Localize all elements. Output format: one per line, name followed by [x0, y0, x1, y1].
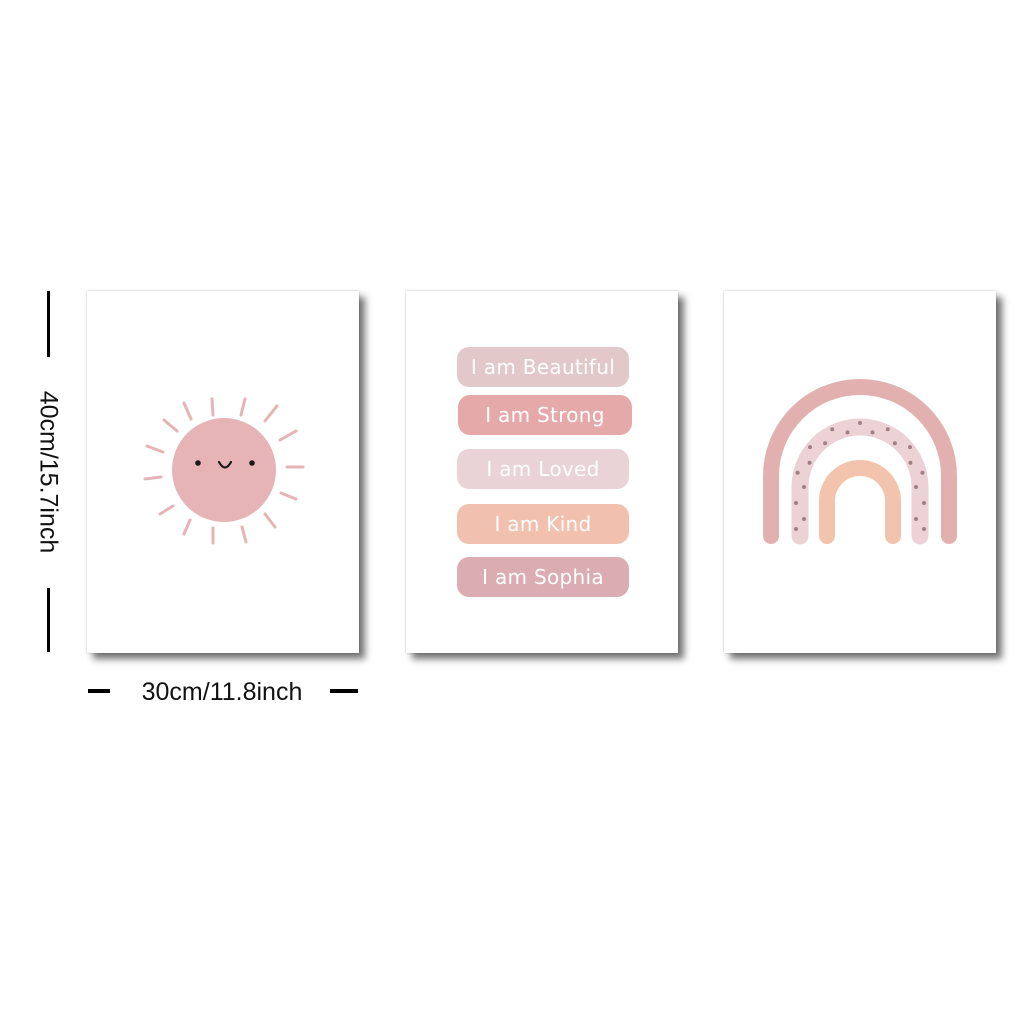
rainbow-dot [922, 501, 926, 505]
rainbow-dot [794, 501, 798, 505]
rainbow-poster [724, 291, 996, 653]
sun-face [172, 418, 276, 522]
affirmation-pill: I am Beautiful [457, 347, 629, 387]
rainbow-dot [802, 485, 806, 489]
affirmation-text: I am Strong [485, 403, 605, 427]
affirmation-text: I am Kind [494, 512, 592, 536]
sun-poster [87, 291, 359, 653]
affirmations-poster: I am Beautiful I am Strong I am Loved I … [406, 291, 678, 653]
rainbow-dot [914, 517, 918, 521]
rainbow-dot [908, 445, 912, 450]
rainbow-middle-arc [791, 418, 929, 545]
rainbow-dot [908, 460, 913, 465]
affirmation-pill: I am Strong [458, 395, 632, 435]
affirmation-pill: I am Sophia [457, 557, 629, 597]
rainbow-dot [802, 517, 806, 521]
height-dimension-text: 40cm/15.7inch [34, 390, 63, 554]
rainbow-dot [823, 441, 828, 446]
affirmation-pill: I am Loved [457, 449, 629, 489]
rainbow-inner-arc [819, 460, 901, 544]
width-dimension-line-left [88, 689, 110, 693]
rainbow-dot [830, 427, 835, 432]
rainbow-dot [914, 485, 918, 489]
affirmation-text: I am Sophia [482, 565, 604, 589]
rainbow-dot [858, 421, 862, 425]
sun-right-eye [249, 460, 255, 466]
rainbow-dot [808, 445, 812, 450]
rainbow-dot [885, 427, 890, 432]
rainbow-dot [795, 470, 800, 475]
width-dimension-label: 30cm/11.8inch [141, 677, 303, 706]
rainbow-dot [920, 470, 925, 475]
rainbow-dot [892, 441, 897, 446]
height-dimension-line-bottom [47, 588, 50, 652]
affirmation-text: I am Loved [486, 457, 600, 481]
height-dimension-line-top [47, 291, 50, 357]
rainbow-dot [807, 460, 812, 465]
sun-left-eye [195, 460, 201, 466]
width-dimension-line-right [330, 689, 358, 693]
rainbow-icon [763, 379, 957, 545]
rainbow-dot [870, 430, 875, 435]
rainbow-dot [794, 527, 798, 531]
affirmation-pill: I am Kind [457, 504, 629, 544]
smiling-sun-icon [143, 397, 305, 545]
rainbow-dot [922, 527, 926, 531]
rainbow-dot [845, 430, 850, 435]
affirmation-text: I am Beautiful [470, 355, 616, 379]
